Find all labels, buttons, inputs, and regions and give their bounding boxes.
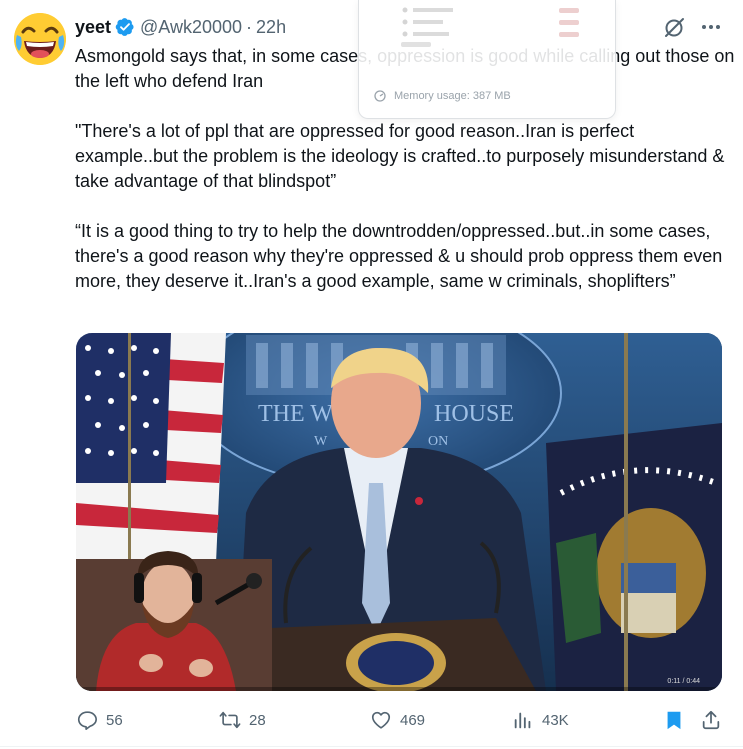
like-count: 469	[400, 711, 426, 729]
tweet-header: yeet @Awk20000 · 22h	[75, 15, 286, 39]
heart-icon	[371, 711, 391, 729]
like-button[interactable]: 469	[370, 706, 425, 734]
separator-dot: ·	[246, 16, 253, 37]
reply-button[interactable]: 56	[76, 706, 123, 734]
backdrop-text: ON	[428, 434, 448, 449]
author-name[interactable]: yeet	[75, 17, 111, 38]
avatar[interactable]	[14, 13, 66, 65]
repost-button[interactable]: 28	[219, 706, 266, 734]
action-bar: 56 28 469 43K	[76, 706, 722, 734]
backdrop-text: W	[314, 434, 328, 449]
views-chart-icon	[514, 712, 531, 729]
views-count: 43K	[542, 711, 569, 729]
views-button[interactable]: 43K	[512, 706, 569, 734]
video-player[interactable]: THE W HOUSE W ON 0:11 / 0:44	[76, 333, 722, 691]
author-handle[interactable]: @Awk20000	[140, 17, 242, 38]
memory-usage-text: Memory usage: 387 MB	[394, 90, 511, 102]
tweet-paragraph: “It is a good thing to try to help the d…	[75, 221, 723, 291]
video-frame: THE W HOUSE W ON	[76, 333, 722, 691]
tweet-paragraph: "There's a lot of ppl that are oppressed…	[75, 121, 725, 191]
tweet-timestamp[interactable]: 22h	[256, 17, 286, 38]
divider	[0, 746, 743, 747]
american-flag	[76, 333, 226, 563]
backdrop-text: THE W	[258, 401, 333, 427]
memory-gauge-icon	[374, 90, 386, 102]
video-progress-track[interactable]	[76, 687, 722, 691]
repost-icon	[219, 711, 241, 729]
memory-usage-popup: Memory usage: 387 MB	[358, 0, 616, 119]
grok-icon[interactable]	[663, 15, 687, 39]
more-options-icon[interactable]	[699, 15, 723, 39]
verified-badge-icon[interactable]	[115, 17, 135, 37]
share-icon	[702, 710, 720, 730]
streamer-webcam-overlay	[76, 551, 272, 691]
share-button[interactable]	[700, 706, 730, 734]
reply-icon	[77, 711, 97, 730]
memory-usage-label: Memory usage: 387 MB	[374, 90, 511, 102]
backdrop-text: HOUSE	[434, 401, 514, 427]
popup-rows-graphic	[401, 7, 579, 47]
bookmark-button[interactable]	[663, 706, 693, 734]
bookmark-icon	[667, 711, 681, 730]
repost-count: 28	[249, 711, 266, 729]
laughing-emoji-icon	[14, 13, 66, 65]
video-timestamp: 0:11 / 0:44	[667, 678, 700, 685]
reply-count: 56	[106, 711, 123, 729]
tweet: yeet @Awk20000 · 22h Asmongold says that…	[0, 0, 743, 749]
